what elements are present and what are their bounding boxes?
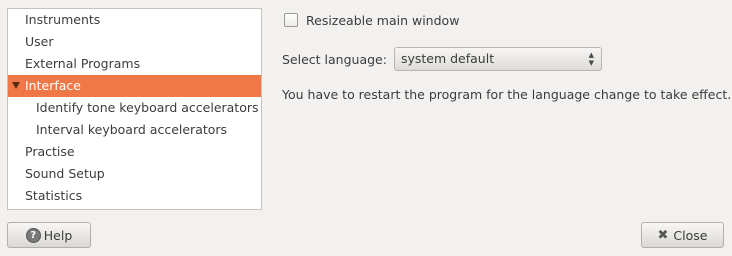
tree-item-label: Sound Setup	[25, 166, 105, 181]
language-select[interactable]: system default ▲ ▼	[393, 47, 602, 71]
tree-item-practise[interactable]: Practise	[8, 141, 261, 163]
tree-item-instruments[interactable]: Instruments	[8, 9, 261, 31]
tree-item-sound-setup[interactable]: Sound Setup	[8, 163, 261, 185]
help-button-label: Help	[43, 227, 73, 243]
tree-item-label: Interval keyboard accelerators	[36, 122, 228, 137]
language-row: Select language: system default ▲ ▼	[282, 46, 602, 72]
updown-arrows-icon: ▲ ▼	[588, 51, 594, 67]
tree-item-label: Identify tone keyboard accelerators	[36, 100, 259, 115]
help-icon: ?	[25, 227, 41, 243]
language-select-value: system default	[400, 51, 495, 66]
tree-item-user[interactable]: User	[8, 31, 261, 53]
tree-item-label: Practise	[25, 144, 75, 159]
tree-item-label: Instruments	[25, 12, 101, 27]
tree-item-statistics[interactable]: Statistics	[8, 185, 261, 207]
tree-item-interval-keyboard-accelerators[interactable]: Interval keyboard accelerators	[8, 119, 261, 141]
resizeable-window-label[interactable]: Resizeable main window	[306, 13, 459, 28]
restart-hint-text: You have to restart the program for the …	[282, 87, 732, 102]
close-button-label: Close	[673, 227, 708, 243]
preferences-category-tree[interactable]: Instruments User External Programs Inter…	[7, 8, 262, 210]
resizeable-window-option[interactable]: Resizeable main window	[284, 11, 459, 29]
tree-item-label: Statistics	[25, 188, 83, 203]
close-button[interactable]: ✖ Close	[641, 222, 724, 248]
help-button[interactable]: ? Help	[7, 222, 91, 248]
tree-item-label: External Programs	[25, 56, 141, 71]
language-label: Select language:	[282, 51, 387, 67]
tree-item-external-programs[interactable]: External Programs	[8, 53, 261, 75]
resizeable-window-checkbox[interactable]	[284, 13, 298, 27]
tree-item-interface[interactable]: Interface	[8, 75, 261, 97]
tree-item-label: Interface	[25, 78, 81, 93]
tree-item-label: User	[25, 34, 54, 49]
tree-item-identify-tone-keyboard-accelerators[interactable]: Identify tone keyboard accelerators	[8, 97, 261, 119]
expander-arrow-icon[interactable]	[12, 82, 20, 89]
close-icon: ✖	[657, 227, 669, 243]
